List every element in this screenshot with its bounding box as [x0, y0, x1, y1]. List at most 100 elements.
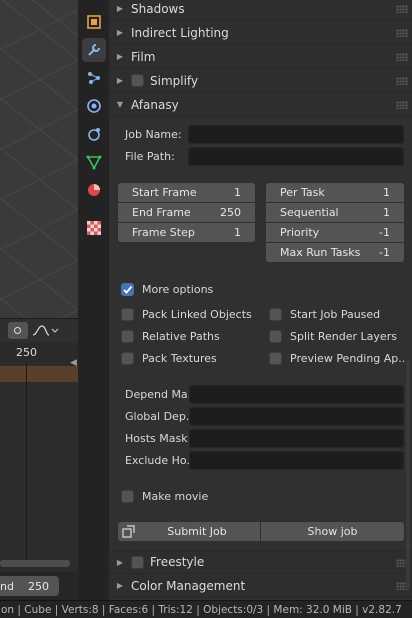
status-text: on | Cube | Verts:8 | Faces:6 | Tris:12 … — [1, 604, 402, 616]
end-frame-field[interactable]: End Frame 250 — [118, 203, 255, 222]
split-render-layers-label: Split Render Layers — [290, 330, 397, 343]
timeline-header — [0, 318, 78, 342]
properties-panel: ▶ Shadows ▶ Indirect Lighting ▶ Film ▶ S… — [109, 0, 412, 600]
record-icon — [14, 327, 21, 334]
exclude-hosts-input[interactable] — [189, 451, 404, 470]
checkmark-icon — [123, 285, 133, 294]
drag-grip-icon[interactable] — [396, 5, 408, 13]
start-frame-value: 1 — [234, 186, 241, 199]
panel-color-management[interactable]: ▶ Color Management — [109, 574, 412, 598]
expand-arrow-icon: ▶ — [116, 76, 124, 85]
drag-grip-icon[interactable] — [396, 53, 408, 61]
output-icon — [87, 15, 101, 29]
interpolation-dropdown[interactable] — [30, 322, 60, 339]
preview-pending-label: Preview Pending Ap.. — [290, 352, 406, 365]
file-path-input[interactable] — [188, 147, 404, 166]
tab-physics[interactable] — [82, 94, 106, 118]
drag-grip-icon[interactable] — [396, 101, 408, 109]
panel-shadows[interactable]: ▶ Shadows — [109, 0, 412, 21]
depend-mask-input[interactable] — [189, 385, 404, 404]
tab-data[interactable] — [82, 150, 106, 174]
tool-icon — [88, 44, 100, 56]
more-options-checkbox[interactable] — [121, 283, 134, 296]
start-frame-label: Start Frame — [132, 186, 197, 199]
hosts-mask-input[interactable] — [189, 429, 404, 448]
panel-indirect-lighting[interactable]: ▶ Indirect Lighting — [109, 21, 412, 45]
start-frame-field[interactable]: Start Frame 1 — [118, 183, 255, 202]
relative-paths-label: Relative Paths — [142, 330, 220, 343]
keyframe-strip — [0, 366, 78, 382]
3d-viewport[interactable] — [0, 0, 78, 318]
panel-afanasy[interactable]: ▼ Afanasy — [109, 93, 412, 117]
end-frame-label: nd — [0, 579, 14, 593]
file-path-label: File Path: — [125, 150, 175, 163]
max-run-tasks-field[interactable]: Max Run Tasks -1 — [266, 243, 404, 262]
tab-constraints[interactable] — [82, 122, 106, 146]
expand-arrow-icon: ▶ — [116, 557, 124, 567]
pack-textures-label: Pack Textures — [142, 352, 217, 365]
panel-film[interactable]: ▶ Film — [109, 45, 412, 69]
constraints-icon — [88, 128, 100, 141]
viewport-grid — [0, 0, 78, 318]
priority-field[interactable]: Priority -1 — [266, 223, 404, 242]
panel-freestyle[interactable]: ▶ Freestyle — [109, 550, 412, 574]
tab-particles[interactable] — [82, 66, 106, 90]
end-frame-label: End Frame — [132, 206, 191, 219]
particles-icon — [88, 72, 100, 84]
pack-textures-checkbox[interactable] — [121, 352, 134, 365]
job-name-label: Job Name: — [125, 128, 182, 141]
properties-tab-bar — [78, 0, 109, 600]
collapse-arrow-icon[interactable]: ◀ — [70, 358, 77, 368]
expand-arrow-icon: ▶ — [116, 4, 124, 13]
per-task-field[interactable]: Per Task 1 — [266, 183, 404, 202]
split-render-layers-checkbox[interactable] — [269, 330, 282, 343]
end-frame-value: 250 — [220, 206, 241, 219]
show-job-button[interactable]: Show job — [261, 522, 404, 541]
global-depend-input[interactable] — [189, 407, 404, 426]
exclude-hosts-label: Exclude Ho.. — [125, 454, 194, 467]
tab-texture[interactable] — [82, 216, 106, 240]
hosts-mask-label: Hosts Mask: — [125, 432, 192, 445]
panel-title: Shadows — [131, 1, 185, 16]
submit-job-button[interactable]: Submit Job — [118, 522, 260, 541]
drag-grip-icon[interactable] — [396, 29, 408, 37]
frame-number-label: 250 — [16, 346, 37, 359]
drag-grip-icon[interactable] — [396, 77, 408, 85]
pack-linked-objects-label: Pack Linked Objects — [142, 308, 252, 321]
start-job-paused-checkbox[interactable] — [269, 308, 282, 321]
relative-paths-checkbox[interactable] — [121, 330, 134, 343]
panel-title: Freestyle — [150, 555, 205, 569]
frame-ruler: 250 — [0, 342, 78, 363]
panel-title: Indirect Lighting — [131, 25, 229, 40]
panel-simplify[interactable]: ▶ Simplify — [109, 69, 412, 93]
sequential-value: 1 — [383, 206, 390, 219]
show-job-label: Show job — [307, 525, 358, 538]
global-depend-label: Global Dep.. — [125, 410, 193, 423]
status-bar: on | Cube | Verts:8 | Faces:6 | Tris:12 … — [0, 600, 412, 618]
tab-output[interactable] — [82, 10, 106, 34]
preview-pending-checkbox[interactable] — [269, 352, 282, 365]
tab-tool[interactable] — [82, 38, 106, 62]
frame-step-field[interactable]: Frame Step 1 — [118, 223, 255, 242]
freestyle-checkbox[interactable] — [131, 555, 144, 569]
per-task-label: Per Task — [280, 186, 325, 199]
export-icon — [122, 525, 135, 538]
end-frame-value: 250 — [27, 579, 49, 593]
per-task-value: 1 — [383, 186, 390, 199]
tab-material[interactable] — [82, 178, 106, 202]
make-movie-checkbox[interactable] — [121, 490, 134, 503]
max-run-tasks-label: Max Run Tasks — [280, 246, 361, 259]
material-icon — [88, 184, 100, 196]
panel-title: Simplify — [150, 73, 199, 88]
end-frame-field[interactable]: nd 250 — [0, 576, 59, 596]
simplify-checkbox[interactable] — [131, 74, 144, 87]
timeline-area[interactable]: 250 ◀ — [0, 342, 78, 572]
depend-mask-label: Depend Ma.. — [125, 388, 195, 401]
keyframe-toggle[interactable] — [8, 322, 28, 339]
timeline-scrollbar[interactable] — [0, 560, 70, 567]
sequential-field[interactable]: Sequential 1 — [266, 203, 404, 222]
pack-linked-objects-checkbox[interactable] — [121, 308, 134, 321]
job-name-input[interactable] — [188, 125, 404, 144]
properties-scrollbar[interactable] — [406, 360, 410, 590]
physics-icon — [87, 99, 101, 113]
